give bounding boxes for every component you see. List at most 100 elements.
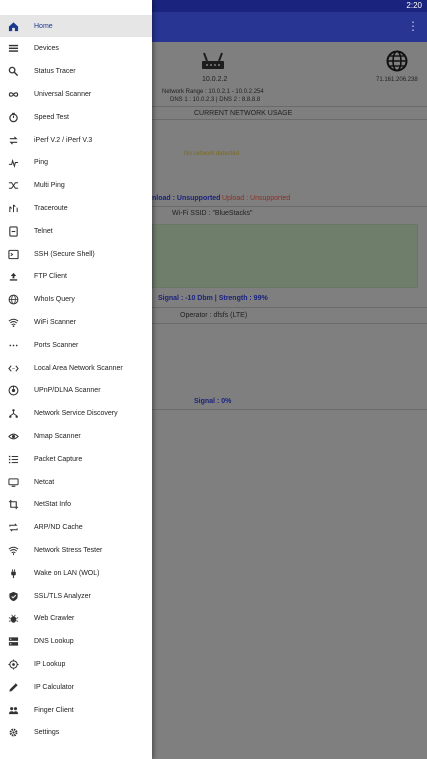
drawer-item-label: IP Lookup [34, 660, 66, 668]
list-icon [7, 453, 19, 465]
drawer-item-label: SSL/TLS Analyzer [34, 592, 91, 600]
drawer-item-netstat-info[interactable]: NetStat Info [0, 494, 152, 516]
drawer-item-label: Nmap Scanner [34, 432, 81, 440]
drawer-item-label: Network Service Discovery [34, 410, 118, 418]
devices-list-icon [7, 43, 19, 55]
more-vert-icon[interactable]: ⋮ [407, 19, 419, 33]
pencil-icon [7, 681, 19, 693]
drawer-item-label: Network Stress Tester [34, 546, 103, 554]
shield-icon [7, 590, 19, 602]
drawer-item-network-stress-tester[interactable]: Network Stress Tester [0, 539, 152, 561]
globe-icon [386, 50, 408, 72]
usage-note: No network detected [184, 151, 240, 157]
divider [152, 206, 427, 207]
repeat-icon [7, 522, 19, 534]
drawer-item-finger-client[interactable]: Finger Client [0, 699, 152, 721]
drawer-item-netcat[interactable]: Netcat [0, 471, 152, 493]
drawer-item-label: WiFi Scanner [34, 318, 77, 326]
drawer-item-whois-query[interactable]: WhoIs Query [0, 289, 152, 311]
divider [152, 323, 427, 324]
gear-icon [7, 727, 19, 739]
wifi-ssid: Wi-Fi SSID : "BlueStacks" [172, 210, 253, 217]
swap-icon [7, 134, 19, 146]
drawer-item-wifi-scanner[interactable]: WiFi Scanner [0, 311, 152, 333]
drawer-item-label: Telnet [34, 227, 53, 235]
power-plug-icon [7, 567, 19, 579]
drawer-item-wake-on-lan-wol[interactable]: Wake on LAN (WOL) [0, 562, 152, 584]
drawer-item-label: Settings [34, 729, 60, 737]
monitor-icon [7, 476, 19, 488]
drawer-item-traceroute[interactable]: Traceroute [0, 197, 152, 219]
drawer-item-local-area-network-scanner[interactable]: Local Area Network Scanner [0, 357, 152, 379]
target-icon [7, 658, 19, 670]
drawer-item-speed-test[interactable]: Speed Test [0, 106, 152, 128]
stopwatch-icon [7, 111, 19, 123]
drawer-item-label: Devices [34, 45, 59, 53]
drawer-item-label: Packet Capture [34, 455, 83, 463]
drawer-item-ssl-tls-analyzer[interactable]: SSL/TLS Analyzer [0, 585, 152, 607]
divider [152, 119, 427, 120]
drawer-item-dns-lookup[interactable]: DNS Lookup [0, 631, 152, 653]
dns-servers: DNS 1 : 10.0.2.3 | DNS 2 : 8.8.8.8 [170, 97, 261, 103]
drawer-item-multi-ping[interactable]: Multi Ping [0, 175, 152, 197]
drawer-item-network-service-discovery[interactable]: Network Service Discovery [0, 403, 152, 425]
drawer-item-label: Web Crawler [34, 615, 75, 623]
code-arrows-icon [7, 362, 19, 374]
usage-title: CURRENT NETWORK USAGE [194, 110, 293, 117]
drawer-item-label: Traceroute [34, 204, 68, 212]
dots-icon [7, 339, 19, 351]
drawer-item-label: Home [34, 22, 53, 30]
signal-graph [152, 224, 418, 288]
network-tree-icon [7, 408, 19, 420]
download-status: nload : Unsupported [152, 195, 221, 202]
drawer-item-label: FTP Client [34, 273, 67, 281]
ping-icon [7, 157, 19, 169]
mobile-signal: Signal : 0% [194, 398, 232, 405]
wifi-signal: Signal : -10 Dbm | Strength : 99% [158, 295, 268, 302]
drawer-item-ssh-secure-shell[interactable]: SSH (Secure Shell) [0, 243, 152, 265]
drawer-item-label: SSH (Secure Shell) [34, 250, 95, 258]
drawer-item-label: NetStat Info [34, 501, 71, 509]
drawer-item-settings[interactable]: Settings [0, 722, 152, 744]
drawer-item-packet-capture[interactable]: Packet Capture [0, 448, 152, 470]
network-range: Network Range : 10.0.2.1 - 10.0.2.254 [162, 89, 264, 95]
drawer-item-ping[interactable]: Ping [0, 152, 152, 174]
drawer-item-web-crawler[interactable]: Web Crawler [0, 608, 152, 630]
drawer-item-label: iPerf V.2 / iPerf V.3 [34, 136, 93, 144]
drawer-item-upnp-dlna-scanner[interactable]: UPnP/DLNA Scanner [0, 380, 152, 402]
drawer-item-arp-nd-cache[interactable]: ARP/ND Cache [0, 517, 152, 539]
router-icon [202, 52, 224, 69]
drawer-item-status-tracer[interactable]: Status Tracer [0, 61, 152, 83]
drawer-item-label: Netcat [34, 478, 55, 486]
globe-icon [7, 294, 19, 306]
drawer-item-label: Speed Test [34, 113, 69, 121]
home-icon [7, 20, 19, 32]
traceroute-icon [7, 202, 19, 214]
drawer-item-ftp-client[interactable]: FTP Client [0, 266, 152, 288]
drawer-item-devices[interactable]: Devices [0, 38, 152, 60]
drawer-item-home[interactable]: Home [0, 15, 152, 37]
drawer-item-label: DNS Lookup [34, 638, 74, 646]
divider [152, 106, 427, 107]
bug-icon [7, 613, 19, 625]
drawer-item-ports-scanner[interactable]: Ports Scanner [0, 334, 152, 356]
dns-icon [7, 636, 19, 648]
upload-status: Upload : Unsupported [222, 195, 291, 202]
drawer-item-ip-calculator[interactable]: IP Calculator [0, 676, 152, 698]
divider [152, 307, 427, 308]
router-ip: 10.0.2.2 [202, 76, 228, 83]
drawer-item-ip-lookup[interactable]: IP Lookup [0, 653, 152, 675]
drawer-item-nmap-scanner[interactable]: Nmap Scanner [0, 425, 152, 447]
drawer-item-universal-scanner[interactable]: Universal Scanner [0, 83, 152, 105]
drawer-item-label: IP Calculator [34, 683, 74, 691]
drawer-item-label: Finger Client [34, 706, 74, 714]
people-icon [7, 704, 19, 716]
public-ip: 71.161.206.238 [376, 77, 418, 83]
drawer-item-iperf-v-2-iperf-v-3[interactable]: iPerf V.2 / iPerf V.3 [0, 129, 152, 151]
drawer-item-label: Wake on LAN (WOL) [34, 569, 100, 577]
shuffle-icon [7, 180, 19, 192]
drawer-item-telnet[interactable]: Telnet [0, 220, 152, 242]
wifi-icon [7, 316, 19, 328]
drawer-item-label: WhoIs Query [34, 296, 75, 304]
upload-icon [7, 271, 19, 283]
